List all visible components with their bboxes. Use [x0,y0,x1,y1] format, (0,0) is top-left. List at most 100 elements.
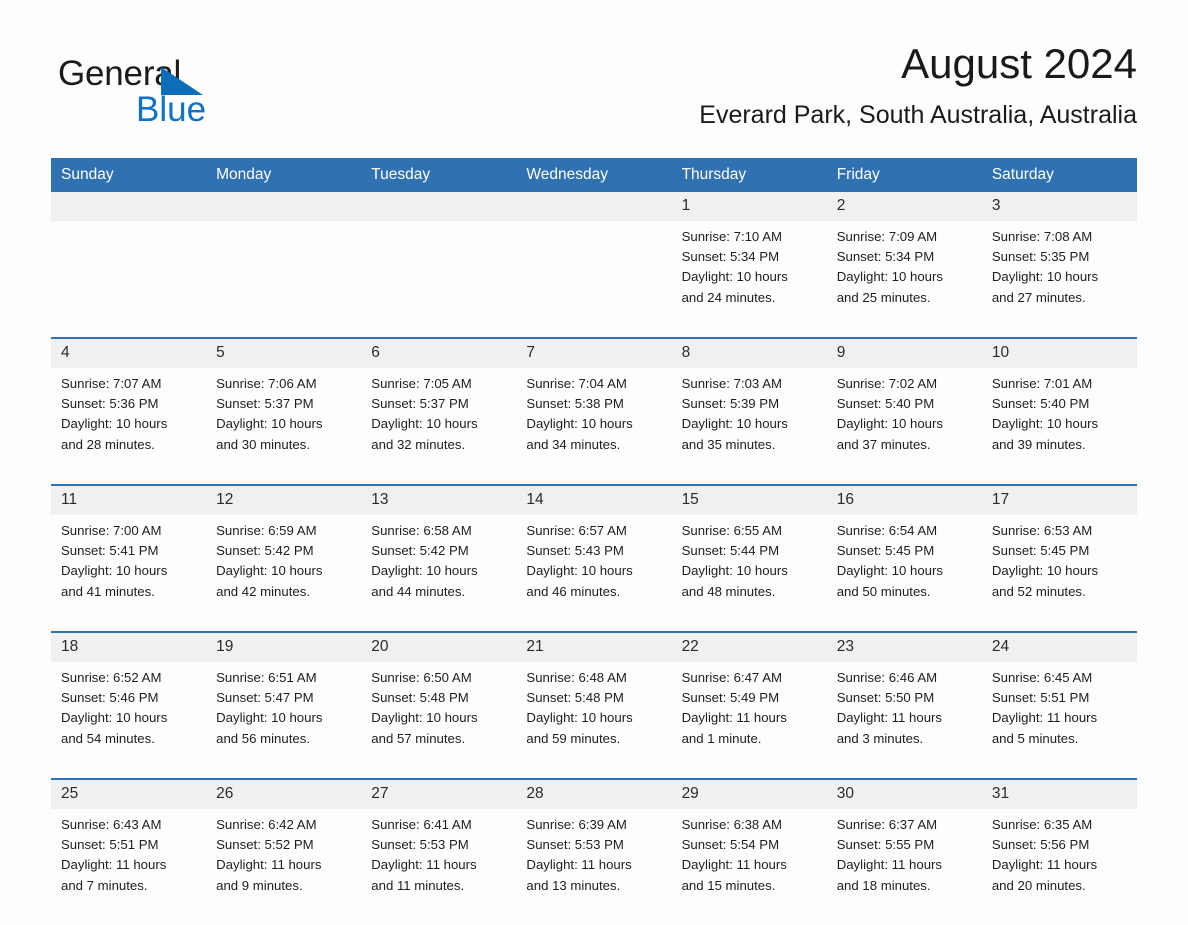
day-number[interactable]: 10 [981,337,1137,368]
day-number[interactable]: 5 [206,337,362,368]
day-number[interactable]: 18 [51,631,207,662]
daylight-text-line2: and 20 minutes. [991,877,1086,893]
daylight-text-line2: and 9 minutes. [216,877,303,893]
day-cell[interactable]: Sunrise: 7:05 AM Sunset: 5:37 PM Dayligh… [361,368,517,485]
day-number[interactable]: 8 [671,337,827,368]
sunset-text: Sunset: 5:40 PM [991,396,1090,412]
day-number[interactable]: 25 [51,778,207,809]
day-cell[interactable]: Sunrise: 7:00 AM Sunset: 5:41 PM Dayligh… [51,515,207,632]
day-number[interactable]: 29 [671,778,827,809]
day-cell[interactable]: Sunrise: 7:06 AM Sunset: 5:37 PM Dayligh… [206,368,362,485]
day-cell[interactable]: Sunrise: 6:39 AM Sunset: 5:53 PM Dayligh… [516,809,672,925]
day-number[interactable] [361,192,517,221]
day-number[interactable]: 17 [981,484,1137,515]
daylight-text-line1: Daylight: 10 hours [526,563,633,579]
day-number[interactable] [206,192,362,221]
sunset-text: Sunset: 5:52 PM [216,837,314,853]
day-cell[interactable]: Sunrise: 6:35 AM Sunset: 5:56 PM Dayligh… [981,809,1137,925]
day-number[interactable]: 6 [361,337,517,368]
sunset-text: Sunset: 5:46 PM [61,690,159,706]
day-number[interactable]: 1 [671,192,827,221]
day-number[interactable]: 30 [826,778,982,809]
day-cell[interactable]: Sunrise: 6:42 AM Sunset: 5:52 PM Dayligh… [206,809,362,925]
sunrise-text: Sunrise: 6:59 AM [216,523,317,538]
sunrise-text: Sunrise: 6:39 AM [526,817,627,832]
sunset-text: Sunset: 5:44 PM [681,543,780,559]
day-cell[interactable]: Sunrise: 6:53 AM Sunset: 5:45 PM Dayligh… [981,515,1137,632]
week-1-date-row: 1 2 3 [51,192,1137,221]
daylight-text-line2: and 39 minutes. [991,436,1086,452]
day-number[interactable]: 3 [981,192,1137,221]
day-number[interactable]: 26 [206,778,362,809]
day-number[interactable]: 16 [826,484,982,515]
day-cell[interactable]: Sunrise: 7:01 AM Sunset: 5:40 PM Dayligh… [981,368,1137,485]
sunrise-text: Sunrise: 6:46 AM [836,670,938,685]
daylight-text-line2: and 42 minutes. [216,583,310,599]
daylight-text-line1: Daylight: 10 hours [681,269,788,285]
day-number[interactable]: 24 [981,631,1137,662]
day-cell[interactable]: Sunrise: 6:59 AM Sunset: 5:42 PM Dayligh… [206,515,362,632]
day-cell[interactable]: Sunrise: 6:58 AM Sunset: 5:42 PM Dayligh… [361,515,517,632]
day-number[interactable]: 4 [51,337,207,368]
weekday-header-monday: Monday [206,158,362,192]
day-number[interactable]: 19 [206,631,362,662]
day-number[interactable] [516,192,672,221]
day-cell[interactable]: Sunrise: 6:50 AM Sunset: 5:48 PM Dayligh… [361,662,517,779]
daylight-text-line2: and 56 minutes. [216,730,310,746]
weekday-header-wednesday: Wednesday [516,158,672,192]
day-number[interactable]: 22 [671,631,827,662]
day-cell[interactable]: Sunrise: 7:08 AM Sunset: 5:35 PM Dayligh… [981,221,1137,338]
day-number[interactable]: 13 [361,484,517,515]
week-5-info-row: Sunrise: 6:43 AM Sunset: 5:51 PM Dayligh… [51,809,1137,925]
daylight-text-line2: and 46 minutes. [526,583,621,599]
day-cell[interactable]: Sunrise: 6:48 AM Sunset: 5:48 PM Dayligh… [516,662,672,779]
sunset-text: Sunset: 5:38 PM [526,396,624,412]
sunset-text: Sunset: 5:34 PM [681,249,780,265]
sunset-text: Sunset: 5:53 PM [371,837,469,853]
day-cell[interactable]: Sunrise: 6:45 AM Sunset: 5:51 PM Dayligh… [981,662,1137,779]
sunset-text: Sunset: 5:41 PM [61,543,159,559]
daylight-text-line1: Daylight: 10 hours [61,710,168,726]
day-number[interactable]: 15 [671,484,827,515]
day-cell[interactable]: Sunrise: 7:07 AM Sunset: 5:36 PM Dayligh… [51,368,207,485]
day-cell[interactable]: Sunrise: 7:04 AM Sunset: 5:38 PM Dayligh… [516,368,672,485]
day-number[interactable]: 2 [826,192,982,221]
day-number[interactable]: 14 [516,484,672,515]
day-number[interactable]: 28 [516,778,672,809]
day-cell[interactable]: Sunrise: 7:03 AM Sunset: 5:39 PM Dayligh… [671,368,827,485]
sunset-text: Sunset: 5:49 PM [681,690,780,706]
day-cell[interactable]: Sunrise: 6:52 AM Sunset: 5:46 PM Dayligh… [51,662,207,779]
day-number[interactable]: 31 [981,778,1137,809]
week-4-date-row: 18 19 20 21 22 23 24 [51,631,1137,662]
sunset-text: Sunset: 5:50 PM [836,690,935,706]
day-number[interactable]: 12 [206,484,362,515]
day-cell[interactable]: Sunrise: 6:46 AM Sunset: 5:50 PM Dayligh… [826,662,982,779]
daylight-text-line2: and 32 minutes. [371,436,466,452]
week-5-date-row: 25 26 27 28 29 30 31 [51,778,1137,809]
day-cell[interactable]: Sunrise: 7:10 AM Sunset: 5:34 PM Dayligh… [671,221,827,338]
sunrise-text: Sunrise: 6:57 AM [526,523,627,538]
day-cell[interactable]: Sunrise: 6:54 AM Sunset: 5:45 PM Dayligh… [826,515,982,632]
day-number[interactable]: 11 [51,484,207,515]
day-cell[interactable]: Sunrise: 6:43 AM Sunset: 5:51 PM Dayligh… [51,809,207,925]
day-number[interactable]: 9 [826,337,982,368]
day-cell[interactable]: Sunrise: 6:57 AM Sunset: 5:43 PM Dayligh… [516,515,672,632]
daylight-text-line2: and 34 minutes. [526,436,621,452]
day-cell[interactable]: Sunrise: 6:47 AM Sunset: 5:49 PM Dayligh… [671,662,827,779]
day-cell[interactable]: Sunrise: 6:41 AM Sunset: 5:53 PM Dayligh… [361,809,517,925]
day-number[interactable] [51,192,207,221]
day-cell[interactable]: Sunrise: 6:51 AM Sunset: 5:47 PM Dayligh… [206,662,362,779]
day-cell[interactable]: Sunrise: 7:09 AM Sunset: 5:34 PM Dayligh… [826,221,982,338]
weekday-header-saturday: Saturday [981,158,1137,192]
day-number[interactable]: 20 [361,631,517,662]
day-number[interactable]: 27 [361,778,517,809]
day-number[interactable]: 21 [516,631,672,662]
day-cell[interactable]: Sunrise: 7:02 AM Sunset: 5:40 PM Dayligh… [826,368,982,485]
day-cell[interactable]: Sunrise: 6:55 AM Sunset: 5:44 PM Dayligh… [671,515,827,632]
day-cell[interactable]: Sunrise: 6:37 AM Sunset: 5:55 PM Dayligh… [826,809,982,925]
sunset-text: Sunset: 5:45 PM [991,543,1090,559]
sunrise-text: Sunrise: 7:10 AM [681,229,782,244]
day-number[interactable]: 23 [826,631,982,662]
day-cell[interactable]: Sunrise: 6:38 AM Sunset: 5:54 PM Dayligh… [671,809,827,925]
day-number[interactable]: 7 [516,337,672,368]
